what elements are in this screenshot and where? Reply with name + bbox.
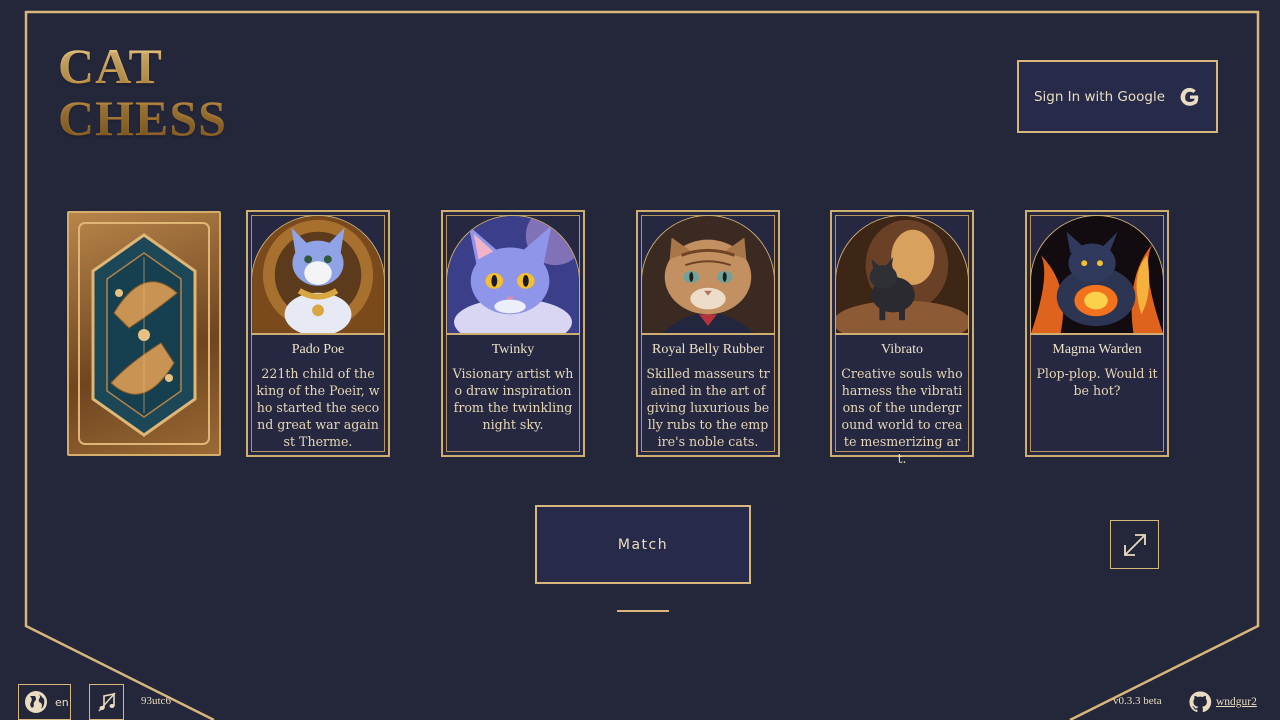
card-art bbox=[835, 215, 969, 334]
blue-cat-yellow-eyes bbox=[447, 216, 579, 333]
match-underline bbox=[617, 610, 669, 612]
github-link[interactable]: wndgur2 bbox=[1188, 690, 1257, 714]
card-description: 221th child of the king of the Poeir, wh… bbox=[256, 366, 380, 449]
music-toggle-button[interactable] bbox=[89, 684, 124, 720]
build-id: 93utc6 bbox=[141, 695, 171, 707]
card-divider bbox=[641, 334, 775, 335]
card-divider bbox=[251, 334, 385, 335]
card-vibrato[interactable]: Vibrato Creative souls who harness the v… bbox=[830, 210, 974, 466]
ornate-card-back bbox=[78, 222, 210, 445]
google-signin-button[interactable]: Sign In with Google bbox=[1017, 60, 1218, 133]
card-name: Vibrato bbox=[881, 342, 923, 357]
card-magma-warden[interactable]: Magma Warden Plop-plop. Would it be hot? bbox=[1025, 210, 1169, 457]
signin-label: Sign In with Google bbox=[1033, 88, 1166, 105]
card-art bbox=[641, 215, 775, 334]
music-note-icon bbox=[97, 692, 116, 712]
card-name: Twinky bbox=[491, 342, 535, 357]
logo-line-2: CHESS bbox=[58, 90, 227, 146]
tabby-cat-in-suit bbox=[642, 216, 774, 333]
card-divider bbox=[1030, 334, 1164, 335]
card-description: Skilled masseurs trained in the art of g… bbox=[646, 366, 770, 449]
globe-icon bbox=[25, 691, 47, 713]
card-pado-poe[interactable]: Pado Poe 221th child of the king of the … bbox=[246, 210, 390, 457]
card-twinky[interactable]: Twinky Visionary artist who draw inspira… bbox=[441, 210, 585, 457]
card-divider bbox=[446, 334, 580, 335]
fullscreen-button[interactable] bbox=[1110, 520, 1159, 569]
version-label: v0.3.3 beta bbox=[1113, 695, 1162, 707]
card-art bbox=[251, 215, 385, 334]
expand-arrows-icon bbox=[1123, 533, 1146, 556]
logo-line-1: CAT bbox=[58, 38, 163, 94]
game-logo: CAT CHESS bbox=[58, 40, 227, 144]
card-description: Plop-plop. Would it be hot? bbox=[1036, 366, 1158, 398]
github-icon bbox=[1189, 691, 1212, 713]
card-description: Visionary artist who draw inspiration fr… bbox=[452, 366, 574, 432]
language-button[interactable]: en bbox=[18, 684, 71, 720]
github-username: wndgur2 bbox=[1216, 696, 1257, 708]
language-code: en bbox=[55, 695, 69, 709]
card-royal-belly-rubber[interactable]: Royal Belly Rubber Skilled masseurs trai… bbox=[636, 210, 780, 457]
card-art bbox=[446, 215, 580, 334]
card-art bbox=[1030, 215, 1164, 334]
black-cat-in-cave bbox=[836, 216, 968, 333]
dark-cat-with-flames bbox=[1031, 216, 1163, 333]
card-divider bbox=[835, 334, 969, 335]
match-label: Match bbox=[617, 536, 669, 553]
deck-card-back[interactable] bbox=[67, 211, 221, 456]
card-name: Pado Poe bbox=[291, 342, 345, 357]
match-button[interactable]: Match bbox=[535, 505, 751, 584]
card-name: Magma Warden bbox=[1052, 342, 1142, 357]
blue-white-cat-with-gold-collar bbox=[252, 216, 384, 333]
card-description: Creative souls who harness the vibration… bbox=[841, 366, 963, 466]
card-name: Royal Belly Rubber bbox=[652, 342, 764, 357]
google-g-icon bbox=[1180, 87, 1199, 106]
